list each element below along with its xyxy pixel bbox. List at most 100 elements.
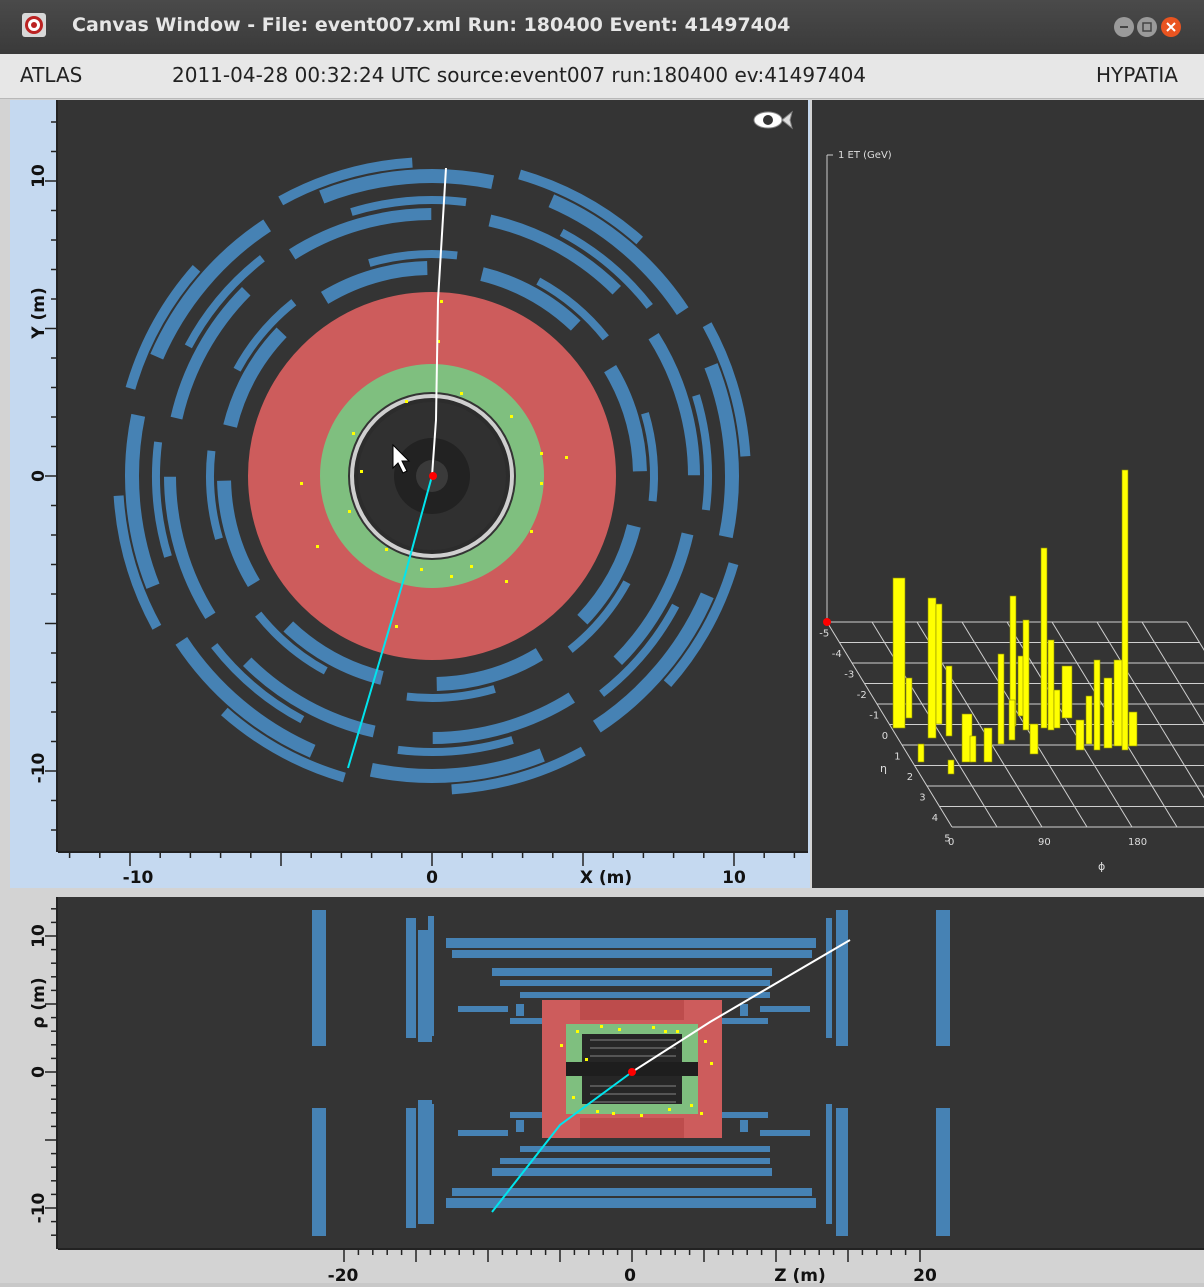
window-titlebar[interactable]: Canvas Window - File: event007.xml Run: … <box>0 0 1204 54</box>
energy-tower <box>892 577 906 729</box>
muon-chamber <box>836 1108 848 1236</box>
x-tick-label: 0 <box>426 868 438 888</box>
hit <box>300 482 303 485</box>
energy-tower <box>1008 699 1016 741</box>
energy-tower <box>1053 689 1061 729</box>
hit <box>676 1030 679 1033</box>
hit <box>618 1028 621 1031</box>
muon-chamber <box>720 1018 768 1024</box>
muon-chamber <box>406 1108 416 1228</box>
hit <box>565 456 568 459</box>
muon-chamber <box>458 1130 508 1136</box>
muon-chamber <box>520 1146 770 1152</box>
muon-chamber <box>516 1004 524 1016</box>
hit <box>405 400 408 403</box>
muon-chamber <box>936 910 950 1046</box>
hit <box>540 452 543 455</box>
energy-tower <box>1040 547 1048 729</box>
muon-chamber <box>492 1168 772 1176</box>
et-scale-label: 1 ET (GeV) <box>838 150 892 161</box>
muon-chamber <box>428 916 434 1036</box>
eta-tick: 3 <box>919 792 925 803</box>
energy-tower <box>917 743 925 763</box>
close-icon <box>1166 22 1176 32</box>
xy-view[interactable]: -10 0 10 X (m) 10 0 -10 Y (m) <box>10 100 810 888</box>
hit <box>316 545 319 548</box>
lego-plot-area[interactable] <box>812 100 1204 888</box>
hit <box>510 415 513 418</box>
muon-chamber <box>500 1158 770 1164</box>
energy-tower <box>945 665 953 737</box>
muon-chamber <box>312 910 326 1046</box>
hit <box>668 1108 671 1111</box>
hit <box>505 580 508 583</box>
energy-tower <box>927 597 937 739</box>
hit <box>352 432 355 435</box>
rz-view[interactable]: -20 0 20 Z (m) 10 0 -10 ρ (m) <box>29 897 1204 1286</box>
hit <box>440 300 443 303</box>
eta-tick: -4 <box>832 649 842 660</box>
minimize-icon <box>1120 26 1128 28</box>
energy-tower <box>947 759 955 775</box>
hit <box>470 565 473 568</box>
energy-tower <box>935 603 943 725</box>
lego-origin-marker <box>823 618 831 626</box>
hit <box>600 1025 603 1028</box>
muon-chamber <box>936 1108 950 1236</box>
phi-axis-label: ϕ <box>1098 860 1105 873</box>
hadronic-barrel-bottom <box>580 1118 684 1138</box>
energy-tower <box>1121 469 1129 751</box>
hit <box>385 548 388 551</box>
muon-chamber <box>458 1006 508 1012</box>
rho-tick-label: -10 <box>29 1192 49 1223</box>
primary-vertex-rz <box>628 1068 636 1076</box>
hit <box>690 1104 693 1107</box>
muon-chamber <box>760 1006 810 1012</box>
muon-chamber <box>520 992 770 998</box>
hit <box>640 1114 643 1117</box>
canvas-svg: -10 0 10 X (m) 10 0 -10 Y (m) 1 ET (GeV)… <box>10 100 1204 1286</box>
muon-chamber <box>826 918 832 1038</box>
z-axis-ticks <box>343 1249 921 1262</box>
energy-tower <box>1103 677 1113 749</box>
muon-chamber <box>492 968 772 976</box>
hit <box>530 530 533 533</box>
eta-tick: 4 <box>932 813 938 824</box>
muon-chamber <box>452 950 812 958</box>
z-axis-label: Z (m) <box>774 1266 826 1283</box>
hit <box>704 1040 707 1043</box>
maximize-button[interactable] <box>1137 17 1157 37</box>
hit <box>540 482 543 485</box>
energy-tower <box>1075 719 1085 751</box>
rho-tick-label: 0 <box>29 1066 49 1078</box>
hit <box>450 575 453 578</box>
muon-chamber <box>836 910 848 1046</box>
lego-plot-view[interactable]: 1 ET (GeV) -5-4-3-2-1012345 090180270360… <box>812 100 1204 888</box>
eta-tick: -5 <box>819 628 829 639</box>
close-button[interactable] <box>1161 17 1181 37</box>
z-tick-label: 20 <box>913 1266 937 1283</box>
muon-chamber <box>740 1004 748 1016</box>
hit <box>652 1026 655 1029</box>
eta-axis-label: η <box>880 762 887 775</box>
phi-tick: 180 <box>1128 837 1147 848</box>
eta-tick: 0 <box>882 731 888 742</box>
minimize-button[interactable] <box>1114 17 1134 37</box>
energy-tower <box>1085 695 1093 745</box>
canvas-area: -10 0 10 X (m) 10 0 -10 Y (m) 1 ET (GeV)… <box>0 99 1204 1286</box>
rho-tick-label: 10 <box>29 924 49 948</box>
hit <box>710 1062 713 1065</box>
eta-tick: 1 <box>894 751 900 762</box>
muon-chamber <box>312 1108 326 1236</box>
muon-chamber <box>446 938 816 948</box>
y-tick-label: 0 <box>29 470 49 482</box>
eta-tick: -1 <box>869 710 879 721</box>
hadronic-barrel-top <box>580 1000 684 1020</box>
z-tick-label: 0 <box>624 1266 636 1283</box>
energy-tower <box>983 727 993 763</box>
muon-chamber <box>406 918 416 1038</box>
app-name-label: HYPATIA <box>1096 63 1178 87</box>
x-tick-label: -10 <box>123 868 154 888</box>
hit <box>596 1110 599 1113</box>
y-axis-label: Y (m) <box>29 287 49 339</box>
